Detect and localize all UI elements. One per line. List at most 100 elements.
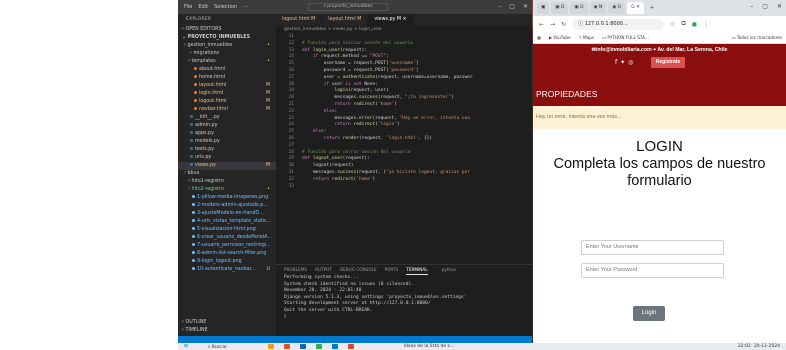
maximize-button[interactable]: ▢ [762, 3, 768, 10]
tree-file[interactable]: apps.py [178, 130, 276, 138]
code-text: return render(request, 'login.html', {}) [323, 135, 433, 141]
tree-folder[interactable]: › hito2-registro • [178, 186, 276, 194]
tree-file[interactable]: login.html M [178, 90, 276, 98]
panel-tab[interactable]: OUTPUT [315, 265, 332, 275]
taskbar-search[interactable]: ⌕ Buscar [208, 344, 268, 350]
username-input[interactable]: Enter Your Username [581, 240, 724, 255]
tree-file[interactable]: 10-autenticate_navbar... U [178, 266, 276, 274]
bookmark-star-icon[interactable]: ☆ [670, 21, 675, 28]
clock-time[interactable]: 22:02 [738, 344, 751, 349]
editor-tab[interactable]: logout.html M [276, 14, 323, 26]
browser-tab[interactable]: ▣ D [551, 2, 569, 14]
twitter-icon[interactable]: ✦ [620, 59, 628, 66]
address-bar[interactable]: ⓘ 127.0.0.1:8000... [572, 18, 665, 30]
app-icon[interactable] [315, 344, 322, 349]
open-editors-section[interactable]: › OPEN EDITORS [178, 26, 276, 34]
instagram-icon[interactable]: ◎ [628, 59, 636, 66]
tree-file[interactable]: layout.html M [178, 82, 276, 90]
browser-tab[interactable]: ◉ N [589, 2, 607, 14]
close-button[interactable]: ✕ [777, 3, 782, 10]
tree-file[interactable]: navbar.html M [178, 106, 276, 114]
tree-file[interactable]: 1-pillow-media-imagenes.png [178, 194, 276, 202]
login-button[interactable]: Login [633, 306, 665, 321]
tree-file[interactable]: 6-crear_usuario_desdePanelA... [178, 234, 276, 242]
maps-icon: ⚲ [578, 35, 582, 40]
tray-text[interactable]: Ideas de la lista de s... [404, 344, 454, 349]
panel-tab[interactable]: PORTS [385, 265, 399, 275]
menu-file[interactable]: File [184, 4, 192, 10]
chrome-taskbar-icon[interactable] [347, 344, 354, 349]
password-input[interactable]: Enter Your Password [581, 263, 724, 278]
menu-icon[interactable]: ⋮ [703, 21, 709, 28]
panel-tab[interactable]: TERMINAL [406, 265, 428, 275]
menu-edit[interactable]: Edit [198, 4, 208, 10]
outline-section[interactable]: › OUTLINE [182, 319, 206, 327]
start-icon[interactable]: ⊞ [184, 344, 188, 349]
tree-file[interactable]: 5-visualizacion-html.png [178, 226, 276, 234]
tree-file[interactable]: models.py [178, 138, 276, 146]
tree-file[interactable]: __init__.py [178, 114, 276, 122]
panel-tab[interactable]: DEBUG CONSOLE [340, 265, 377, 275]
forward-icon[interactable]: → [550, 21, 555, 28]
tree-file[interactable]: 8-admin-list-search-filter.png [178, 250, 276, 258]
browser-tab-active[interactable]: G ✕ [627, 2, 644, 14]
maximize-button[interactable]: ▢ [509, 3, 515, 10]
tree-file[interactable]: logout.html M [178, 98, 276, 106]
tree-file[interactable]: tests.py [178, 146, 276, 154]
terminal-profile[interactable]: python [442, 265, 457, 275]
editor-tab[interactable]: layout.html M [322, 14, 369, 26]
app-icon[interactable] [299, 344, 306, 349]
app-icon[interactable] [283, 344, 290, 349]
bookmark-all[interactable]: ▭ Todos los marcadores [732, 35, 782, 40]
browser-tabs: ▣ ▣ D ▣ D ◉ N ◉ O G ✕ + – ▢ ✕ [533, 0, 786, 16]
tree-folder[interactable]: › templates • [178, 58, 276, 66]
tree-file[interactable]: 7-usuario_permisos_restringi... [178, 242, 276, 250]
tree-label: 3-ajusteModelo-en-ñandD... [197, 211, 264, 216]
menu-selection[interactable]: Selection [214, 4, 237, 10]
tree-file[interactable]: urls.py [178, 154, 276, 162]
contact-email[interactable]: info@inmobiliaria.com [596, 47, 652, 53]
bookmark-python[interactable]: ▭ PYTHON FULL STA... [602, 35, 649, 40]
project-root[interactable]: ⌄ PROYECTO_INMUEBLES [178, 34, 276, 42]
browser-tab[interactable]: ▣ [537, 2, 550, 14]
clock-date[interactable]: 20-11-2024 [754, 344, 780, 349]
tree-folder[interactable]: › migrations [178, 50, 276, 58]
tree-folder[interactable]: › bbva [178, 170, 276, 178]
extensions-icon[interactable]: ⧉ [681, 20, 685, 28]
tree-file[interactable]: 3-ajusteModelo-en-ñandD... [178, 210, 276, 218]
vscode-taskbar-icon[interactable] [331, 344, 338, 349]
new-tab-button[interactable]: + [650, 5, 654, 11]
register-button[interactable]: Registrate [651, 57, 685, 68]
tree-file[interactable]: 9-login_logout.png [178, 258, 276, 266]
browser-tab[interactable]: ▣ D [570, 2, 588, 14]
nav-propiedades[interactable]: PROPIEDADES [533, 82, 786, 106]
tree-folder[interactable]: › hito1-registro [178, 178, 276, 186]
back-icon[interactable]: ← [539, 21, 544, 28]
tree-file[interactable]: 2-modelo-admin-ajustado.p... [178, 202, 276, 210]
profile-icon[interactable]: ● [692, 21, 697, 28]
tree-file[interactable]: views.py M [178, 162, 276, 170]
tree-folder[interactable]: › gestion_inmuebles • [178, 42, 276, 50]
command-center-search[interactable]: ⌕ proyecto_inmuebles [308, 3, 388, 11]
timeline-section[interactable]: › TIMELINE [182, 327, 208, 335]
bookmark-youtube[interactable]: ▶ YouTube [549, 35, 571, 40]
terminal[interactable]: Performing system checks... System check … [276, 275, 532, 321]
panel-tab[interactable]: PROBLEMS [284, 265, 307, 275]
apps-icon[interactable]: ▦ [537, 35, 541, 40]
code-editor[interactable]: logout.html Mlayout.html Mviews.py M × g… [276, 14, 532, 264]
tree-file[interactable]: admin.py [178, 122, 276, 130]
minimize-button[interactable]: – [750, 3, 753, 10]
tree-file[interactable]: about.html [178, 66, 276, 74]
menu-more[interactable]: ··· [243, 4, 248, 10]
browser-tab[interactable]: ◉ O [608, 2, 626, 14]
app-icon[interactable] [267, 344, 274, 349]
bookmark-maps[interactable]: ⚲ Maps [579, 35, 594, 40]
close-button[interactable]: ✕ [523, 3, 528, 10]
code-line: 15 username = request.POST['username'] [276, 61, 532, 68]
code-area[interactable]: 11 12 # Función para iniciar sesión del us… [276, 34, 532, 190]
reload-icon[interactable]: ↻ [561, 21, 566, 28]
tree-file[interactable]: 4-urls_vistas_template_static... [178, 218, 276, 226]
editor-tab[interactable]: views.py M × [368, 14, 414, 26]
tree-file[interactable]: home.html [178, 74, 276, 82]
minimize-button[interactable]: – [498, 3, 501, 10]
